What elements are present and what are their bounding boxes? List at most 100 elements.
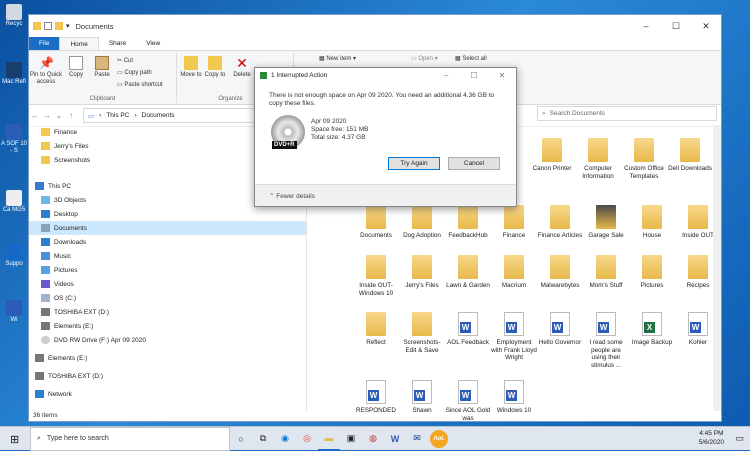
nav-item-documents[interactable]: Documents [29, 221, 306, 235]
folder-item[interactable]: Garage Sale [583, 205, 629, 240]
folder-item[interactable]: House [629, 205, 675, 240]
folder-item[interactable]: Reflect [353, 312, 399, 347]
file-item[interactable]: Hello Governor [537, 312, 583, 347]
folder-item[interactable]: Custom Office Templates [621, 138, 667, 180]
try-again-button[interactable]: Try Again [388, 157, 440, 170]
dialog-close-button[interactable]: ✕ [488, 68, 516, 83]
nav-item-desktop[interactable]: Desktop [29, 207, 306, 221]
nav-item-network[interactable]: Network [29, 387, 306, 401]
cancel-button[interactable]: Cancel [448, 157, 500, 170]
nav-item-downloads[interactable]: Downloads [29, 235, 306, 249]
file-item[interactable]: Employment with Frank Lloyd Wright [491, 312, 537, 362]
windows-start-icon[interactable]: ⊞ [10, 433, 19, 446]
notification-icon[interactable]: ▭ [735, 433, 744, 444]
store-icon[interactable]: ▣ [340, 427, 362, 451]
properties-icon[interactable] [44, 22, 52, 30]
desktop-icon-canon[interactable]: Ca MG5 [1, 190, 27, 214]
new-folder-icon[interactable] [55, 22, 63, 30]
vertical-scrollbar[interactable] [713, 125, 721, 411]
folder-item[interactable]: Mom's Stuff [583, 255, 629, 290]
dialog-maximize-button[interactable]: ☐ [460, 68, 488, 83]
copy-to-button[interactable]: Copy to [204, 56, 226, 79]
tab-file[interactable]: File [29, 37, 60, 50]
desktop-icon-support[interactable]: Suppo [1, 244, 27, 268]
nav-item-toshiba-d-root[interactable]: TOSHIBA EXT (D:) [29, 369, 306, 383]
ccleaner-icon[interactable]: ◍ [362, 427, 384, 451]
aol-icon[interactable]: Aol. [428, 427, 450, 451]
nav-item-elements-e-root[interactable]: Elements (E:) [29, 351, 306, 365]
nav-item-pictures[interactable]: Pictures [29, 263, 306, 277]
folder-item[interactable]: Computer Information [575, 138, 621, 180]
tab-share[interactable]: Share [99, 37, 136, 50]
folder-item[interactable]: Canon Printer [529, 138, 575, 173]
copy-path-button[interactable]: ▭ Copy path [117, 69, 152, 76]
minimize-button[interactable]: – [631, 15, 661, 37]
folder-item[interactable]: Finance [491, 205, 537, 240]
nav-item-elements-e[interactable]: Elements (E:) [29, 319, 306, 333]
tab-home[interactable]: Home [59, 37, 99, 50]
breadcrumb-this-pc[interactable]: This PC [106, 112, 129, 119]
desktop-icon-recycle[interactable]: Recyc [1, 4, 27, 28]
new-item-button[interactable]: ▦ New item ▾ [319, 55, 356, 62]
select-all-button[interactable]: ▦ Select all [455, 55, 487, 62]
paste-shortcut-button[interactable]: ▭ Paste shortcut [117, 81, 163, 88]
desktop-icon-word-doc[interactable]: A SOF 10 - S [1, 124, 27, 155]
nav-item-videos[interactable]: Videos [29, 277, 306, 291]
select-all-icon: ▦ [455, 56, 461, 62]
chevron-down-icon[interactable]: ▾ [66, 22, 70, 30]
file-item[interactable]: I read some people are using their stimu… [583, 312, 629, 369]
address-bar[interactable]: ▭ › This PC › Documents [83, 108, 263, 123]
word-icon[interactable]: W [384, 427, 406, 451]
back-icon[interactable]: ← [29, 111, 41, 120]
nav-item-toshiba-d[interactable]: TOSHIBA EXT (D:) [29, 305, 306, 319]
folder-item[interactable]: Malwarebytes [537, 255, 583, 290]
close-button[interactable]: ✕ [691, 15, 721, 37]
folder-item[interactable]: Macrium [491, 255, 537, 290]
folder-item[interactable]: FeedbackHub [445, 205, 491, 240]
pin-button[interactable]: 📌 Pin to Quick access [29, 56, 63, 86]
search-input[interactable]: ⌕ Search Documents [537, 106, 717, 121]
chrome-icon[interactable]: ◎ [296, 427, 318, 451]
folder-item[interactable]: Dell Downloads [667, 138, 713, 173]
copy-button[interactable]: Copy [64, 56, 88, 79]
breadcrumb-documents[interactable]: Documents [142, 112, 175, 119]
folder-item[interactable]: Dog Adoption [399, 205, 445, 240]
file-item[interactable]: Windows 10 [491, 380, 537, 415]
maximize-button[interactable]: ☐ [661, 15, 691, 37]
nav-item-os-c[interactable]: OS (C:) [29, 291, 306, 305]
desktop-icon-word[interactable]: Wi [1, 300, 27, 324]
cut-button[interactable]: ✂ Cut [117, 57, 133, 64]
move-to-button[interactable]: Move to [180, 56, 202, 79]
folder-item[interactable]: Finance Articles [537, 205, 583, 240]
nav-item-music[interactable]: Music [29, 249, 306, 263]
folder-item[interactable]: Pictures [629, 255, 675, 290]
clock[interactable]: 4:45 PM 5/6/2020 [699, 429, 724, 447]
fewer-details-button[interactable]: ⌃ Fewer details [269, 192, 315, 200]
folder-item[interactable]: Screenshots-Edit & Save [399, 312, 445, 354]
open-button[interactable]: ▭ Open ▾ [411, 55, 438, 62]
taskbar-search-input[interactable]: ⌕ Type here to search [30, 426, 230, 451]
folder-item[interactable]: Inside OUT-Windows 10 [353, 255, 399, 297]
file-item[interactable]: Since AOL Gold was [445, 380, 491, 422]
mail-icon[interactable]: ✉ [406, 427, 428, 451]
file-explorer-icon[interactable]: ▬ [318, 427, 340, 451]
dialog-minimize-button[interactable]: – [432, 68, 460, 83]
edge-icon[interactable]: ◉ [274, 427, 296, 451]
file-item[interactable]: Shawn [399, 380, 445, 415]
cortana-icon[interactable]: ○ [230, 427, 252, 451]
delete-button[interactable]: ✕ Delete [230, 56, 254, 79]
desktop-icon-macrium[interactable]: Mac Refl [1, 62, 27, 86]
folder-item[interactable]: Lawn & Garden [445, 255, 491, 290]
task-view-icon[interactable]: ⧉ [252, 427, 274, 451]
recent-locations-icon[interactable]: ⌄ [53, 111, 65, 120]
paste-button[interactable]: Paste [89, 56, 115, 79]
folder-item[interactable]: Jerry's Files [399, 255, 445, 290]
file-item[interactable]: RESPONDED [353, 380, 399, 415]
file-item[interactable]: AOL Feedback [445, 312, 491, 347]
nav-item-dvd-rw-f[interactable]: DVD RW Drive (F:) Apr 09 2020 [29, 333, 306, 347]
forward-icon[interactable]: → [41, 111, 53, 120]
tab-view[interactable]: View [136, 37, 170, 50]
folder-item[interactable]: Documents [353, 205, 399, 240]
file-item[interactable]: Image Backup [629, 312, 675, 347]
up-icon[interactable]: ↑ [65, 111, 77, 120]
